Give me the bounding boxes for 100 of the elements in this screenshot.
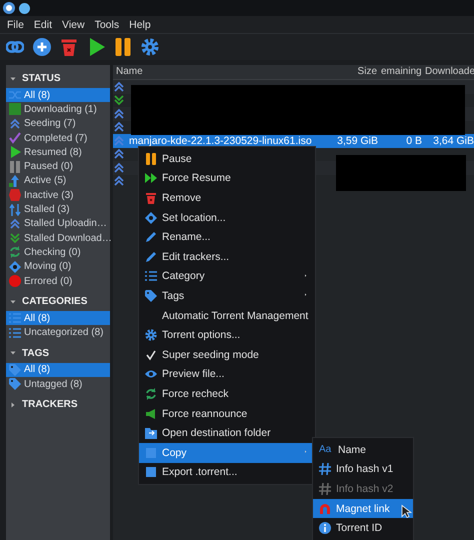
settings-icon[interactable] [141,38,159,56]
app-logo-icon [3,2,15,14]
sidebar-item[interactable]: All (8) [6,311,110,326]
menu-item[interactable]: Tags [139,286,315,306]
sidebar-item[interactable]: Checking (0) [6,245,110,260]
sidebar-item[interactable]: Stalled Download… [6,230,110,246]
menu-item[interactable]: Automatic Torrent Management [139,306,315,326]
info-icon [319,522,331,534]
sidebar-item[interactable]: Errored (0) [6,274,110,288]
pencil-icon [145,231,157,244]
menu-item[interactable]: Copy [139,442,315,462]
menu-item[interactable]: Help [129,18,151,30]
folder-icon [145,427,157,440]
sidebar-item[interactable]: Untagged (8) [6,377,110,392]
menu-item[interactable]: View [62,18,85,30]
menu-item[interactable]: Preview file... [139,364,315,384]
refresh-icon [9,246,21,258]
square-icon [145,446,157,459]
sidebar-item[interactable]: Downloading (1) [6,102,110,117]
column-header[interactable]: Name [113,65,334,79]
sidebar-item[interactable]: Paused (0) [6,159,110,174]
double-chevron-up-icon [9,218,21,230]
menu-item[interactable]: Aa Name [313,440,413,460]
shuffle-icon [9,89,21,102]
sidebar-item[interactable]: Inactive (3) [6,188,110,202]
expand-arrow-icon[interactable] [10,402,16,408]
sidebar-item[interactable]: Stalled (3) [6,202,110,217]
sidebar-item[interactable]: All (8) [6,362,110,378]
menu-item[interactable]: Export .torrent... [139,462,315,482]
menu-item[interactable]: Edit trackers... [139,246,315,267]
column-header[interactable]: Size [334,65,378,79]
menu-item[interactable]: Super seeding mode [139,344,315,365]
target-icon [145,212,157,224]
double-chevron-down-icon [113,94,125,106]
sidebar-item[interactable]: Completed (7) [6,130,110,146]
section-header: TAGS [22,348,50,359]
menu-item[interactable]: Category [139,266,315,286]
sidebar-item[interactable]: Uncategorized (8) [6,325,110,340]
sidebar-item[interactable]: Stalled Uploadin… [6,216,110,231]
double-chevron-up-icon [113,148,125,160]
add-icon[interactable] [33,38,51,56]
pause-icon[interactable] [114,38,132,56]
dot-icon [9,275,21,287]
sidebar-item[interactable]: All (8) [6,88,110,102]
square-icon [9,103,21,116]
list-icon [9,312,21,324]
stop-icon [9,189,21,202]
pencil-icon [145,250,157,263]
collapse-arrow-icon[interactable] [10,350,16,356]
pause-icon [145,152,157,165]
pause-icon [9,160,21,173]
target-icon [9,260,21,273]
menu-item[interactable]: Force reannounce [139,404,315,424]
hash-icon [319,463,331,476]
hash-icon [319,482,331,495]
mouse-cursor-icon [401,503,413,520]
table-cell-text: 3,64 GiB [432,134,474,147]
collapse-arrow-icon[interactable] [10,76,16,82]
double-chevron-up-icon [113,80,125,93]
link-icon[interactable] [6,38,24,56]
section-header: TRACKERS [22,399,78,410]
menu-item[interactable]: Tools [94,18,120,30]
trash-icon [145,192,157,204]
double-chevron-up-icon [113,162,125,174]
collapse-arrow-icon[interactable] [10,298,16,305]
menu-item[interactable]: Set location... [139,208,315,228]
double-chevron-down-icon [9,232,21,244]
menu-item[interactable]: File [7,18,24,30]
menu-item[interactable]: Pause [139,149,315,169]
trash-icon[interactable] [60,38,78,56]
sidebar-item[interactable]: Moving (0) [6,260,110,274]
settings-icon [145,329,157,342]
play-icon[interactable] [87,38,105,56]
double-chevron-up-icon [113,175,125,188]
section-header: STATUS [22,73,61,84]
sidebar-item[interactable]: Seeding (7) [6,116,110,131]
table-cell-text: 0 B [405,134,422,147]
menu-item[interactable]: Torrent options... [139,325,315,345]
table-cell-text: 3,59 GiB [336,134,378,147]
menu-item[interactable]: Edit [34,18,52,30]
check-icon [9,132,21,144]
list-icon [145,270,157,282]
tag-icon [9,378,21,390]
menu-item[interactable]: Force Resume [139,168,315,188]
double-chevron-up-icon [9,118,21,130]
menu-item[interactable]: Magnet link [313,498,413,518]
menu-item[interactable]: Open destination folder [139,423,315,443]
menu-item[interactable]: Remove [139,188,315,208]
column-header[interactable]: emaining [378,65,422,79]
circle-icon[interactable] [19,2,30,14]
menu-item[interactable]: Torrent ID [313,518,413,538]
sidebar-item[interactable]: Active (5) [6,174,110,188]
double-chevron-up-icon [113,121,125,134]
list-icon [9,326,21,339]
sidebar-item[interactable]: Resumed (8) [6,145,110,160]
menu-item[interactable]: Force recheck [139,384,315,404]
play-icon [9,146,21,158]
menu-item[interactable]: Info hash v1 [313,460,413,480]
menu-item[interactable]: Rename... [139,227,315,247]
tag-icon [145,290,157,302]
